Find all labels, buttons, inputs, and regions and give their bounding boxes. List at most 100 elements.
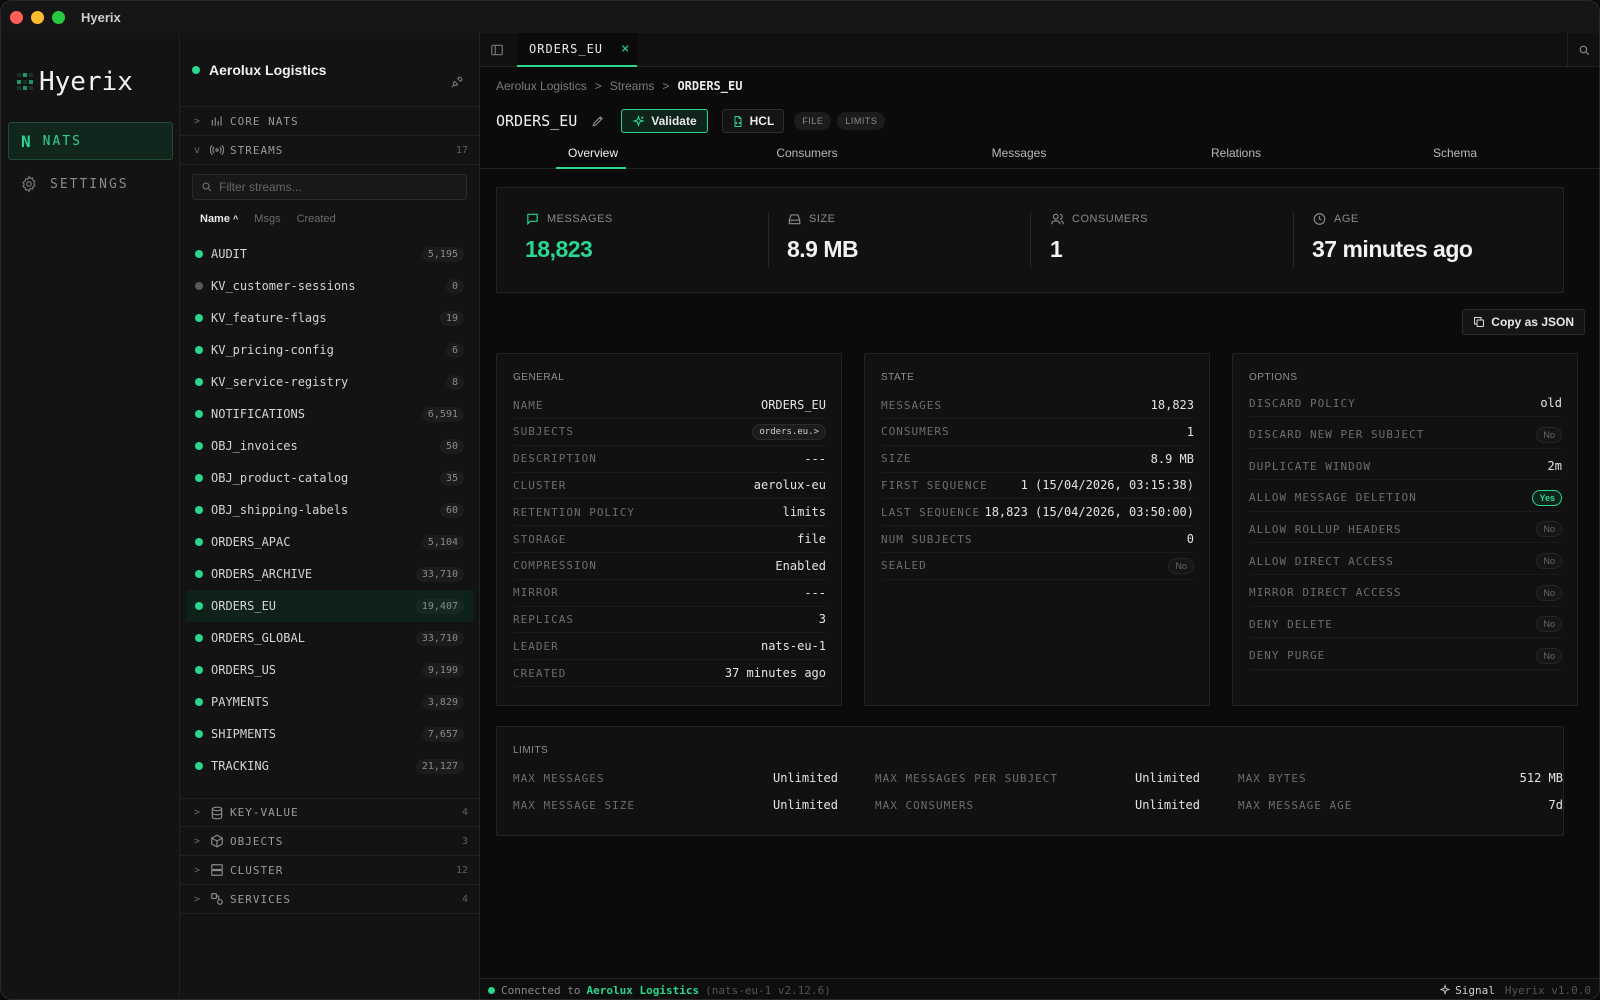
global-search-button[interactable] [1567,33,1599,67]
stream-item[interactable]: NOTIFICATIONS 6,591 [186,398,474,430]
app-version: Hyerix v1.0.0 [1504,983,1591,997]
sort-by-msgs[interactable]: Msgs [254,213,280,225]
sort-by-created[interactable]: Created [297,213,336,225]
section-objects[interactable]: > OBJECTS 3 [180,827,480,856]
section-services[interactable]: > SERVICES 4 [180,885,480,914]
logo-mark-icon [17,73,33,91]
stream-item[interactable]: KV_pricing-config 6 [186,334,474,366]
stream-status-dot [195,570,203,578]
hcl-button[interactable]: HCL [721,109,785,133]
field-label: DISCARD NEW PER SUBJECT [1249,428,1425,442]
status-connection[interactable]: Aerolux Logistics [586,984,699,997]
status-prefix: Connected to [501,983,581,997]
rail-item-nats[interactable]: N NATS [8,122,173,160]
stream-item[interactable]: ORDERS_APAC 5,104 [186,526,474,558]
tab-messages[interactable]: Messages [910,137,1128,169]
field-label: NUM SUBJECTS [881,532,973,546]
stream-status-dot [195,762,203,770]
tab-consumers[interactable]: Consumers [698,137,916,169]
stream-item[interactable]: ORDERS_GLOBAL 33,710 [186,622,474,654]
stream-message-count: 60 [439,502,464,518]
status-bar: Connected to Aerolux Logistics (nats-eu-… [480,978,1599,999]
rail-item-settings-label: SETTINGS [50,176,129,192]
stream-item[interactable]: ORDERS_EU 19,407 [186,590,474,622]
maximize-window-button[interactable] [52,10,65,24]
breadcrumb-streams[interactable]: Streams [610,79,655,93]
connection-header: Aerolux Logistics [180,33,480,107]
chevron-down-icon: v [194,144,202,156]
sort-by-name[interactable]: Name ^ [200,213,238,225]
field-label: SUBJECTS [513,425,574,439]
field-value: Unlimited [1134,771,1200,785]
consumers-count: 1 [1050,236,1063,262]
boolean-badge: Yes [1532,489,1562,506]
signal-indicator[interactable]: Signal [1439,984,1495,997]
field-label: DENY DELETE [1249,617,1333,631]
copy-json-button[interactable]: Copy as JSON [1462,309,1585,335]
validate-button[interactable]: Validate [621,109,708,133]
stream-item[interactable]: PAYMENTS 3,829 [186,686,474,718]
field-label: NAME [513,398,544,412]
stream-item[interactable]: ORDERS_US 9,199 [186,654,474,686]
stream-item[interactable]: KV_customer-sessions 0 [186,270,474,302]
stream-item[interactable]: AUDIT 5,195 [186,238,474,270]
disconnect-icon[interactable] [450,75,464,89]
section-cluster[interactable]: > CLUSTER 12 [180,856,480,885]
gear-icon [22,175,36,193]
stream-item[interactable]: KV_feature-flags 19 [186,302,474,334]
boolean-badge: No [1168,557,1194,574]
stream-name: ORDERS_US [211,663,277,677]
sidebar-toggle-icon[interactable] [490,43,504,57]
stream-item[interactable]: TRACKING 21,127 [186,750,474,782]
limit-row: MAX MESSAGES Unlimited [513,765,838,791]
boolean-badge: No [1536,647,1562,664]
stream-name: OBJ_product-catalog [211,471,349,485]
field-value: 512 MB [1519,771,1563,785]
field-value: 3 [818,612,826,627]
field-value: Unlimited [772,798,838,812]
tab-bar: ORDERS_EU × [480,33,1599,67]
close-window-button[interactable] [10,10,23,24]
stream-item[interactable]: ORDERS_ARCHIVE 33,710 [186,558,474,590]
rail-item-settings[interactable]: SETTINGS [8,165,173,203]
tab-orders-eu[interactable]: ORDERS_EU × [517,33,637,67]
stream-item[interactable]: KV_service-registry 8 [186,366,474,398]
filter-streams-field[interactable] [192,174,467,200]
minimize-window-button[interactable] [31,10,44,24]
tab-relations[interactable]: Relations [1127,137,1345,169]
sort-options: Name ^ Msgs Created [200,213,336,225]
section-streams[interactable]: v STREAMS 17 [180,136,480,165]
tab-schema[interactable]: Schema [1346,137,1564,169]
filter-streams-input[interactable] [219,180,459,194]
breadcrumb-root[interactable]: Aerolux Logistics [496,79,587,93]
hard-drive-icon [788,214,801,225]
close-icon[interactable]: × [621,41,630,57]
stat-messages: MESSAGES 18,823 [525,213,613,262]
stream-message-count: 5,195 [421,246,464,262]
section-key-value[interactable]: > KEY-VALUE 4 [180,798,480,827]
field-value: file [797,532,826,546]
tab-overview[interactable]: Overview [484,137,702,169]
stream-item[interactable]: OBJ_product-catalog 35 [186,462,474,494]
limits-card: LIMITS MAX MESSAGES Unlimited MAX MESSAGES… [496,726,1564,836]
options-card: OPTIONS DISCARD POLICY old DISCARD NEW PER… [1232,353,1578,706]
stream-item[interactable]: OBJ_invoices 50 [186,430,474,462]
cube-icon [210,834,224,848]
state-row: LAST SEQUENCE 18,823 (15/04/2026, 03:50:0… [881,499,1194,527]
hcl-button-label: HCL [749,114,775,128]
logo-text: Hyerix [39,67,133,97]
field-label: SIZE [881,452,912,466]
status-server: (nats-eu-1 v2.12.6) [705,983,831,997]
section-objects-label: OBJECTS [230,834,284,848]
stream-message-count: 5,104 [421,534,464,550]
section-core-nats[interactable]: > CORE NATS [180,107,480,136]
stream-item[interactable]: OBJ_shipping-labels 60 [186,494,474,526]
stream-header: ORDERS_EU Validate HCL FILE LIMITS [496,109,886,133]
chevron-right-icon: > [194,893,202,905]
pencil-icon[interactable] [591,114,605,128]
field-value: limits [782,505,826,520]
field-label: ALLOW MESSAGE DELETION [1249,491,1417,505]
stream-item[interactable]: SHIPMENTS 7,657 [186,718,474,750]
state-row: FIRST SEQUENCE 1 (15/04/2026, 03:15:38) [881,472,1194,500]
general-row: REPLICAS 3 [513,606,826,634]
